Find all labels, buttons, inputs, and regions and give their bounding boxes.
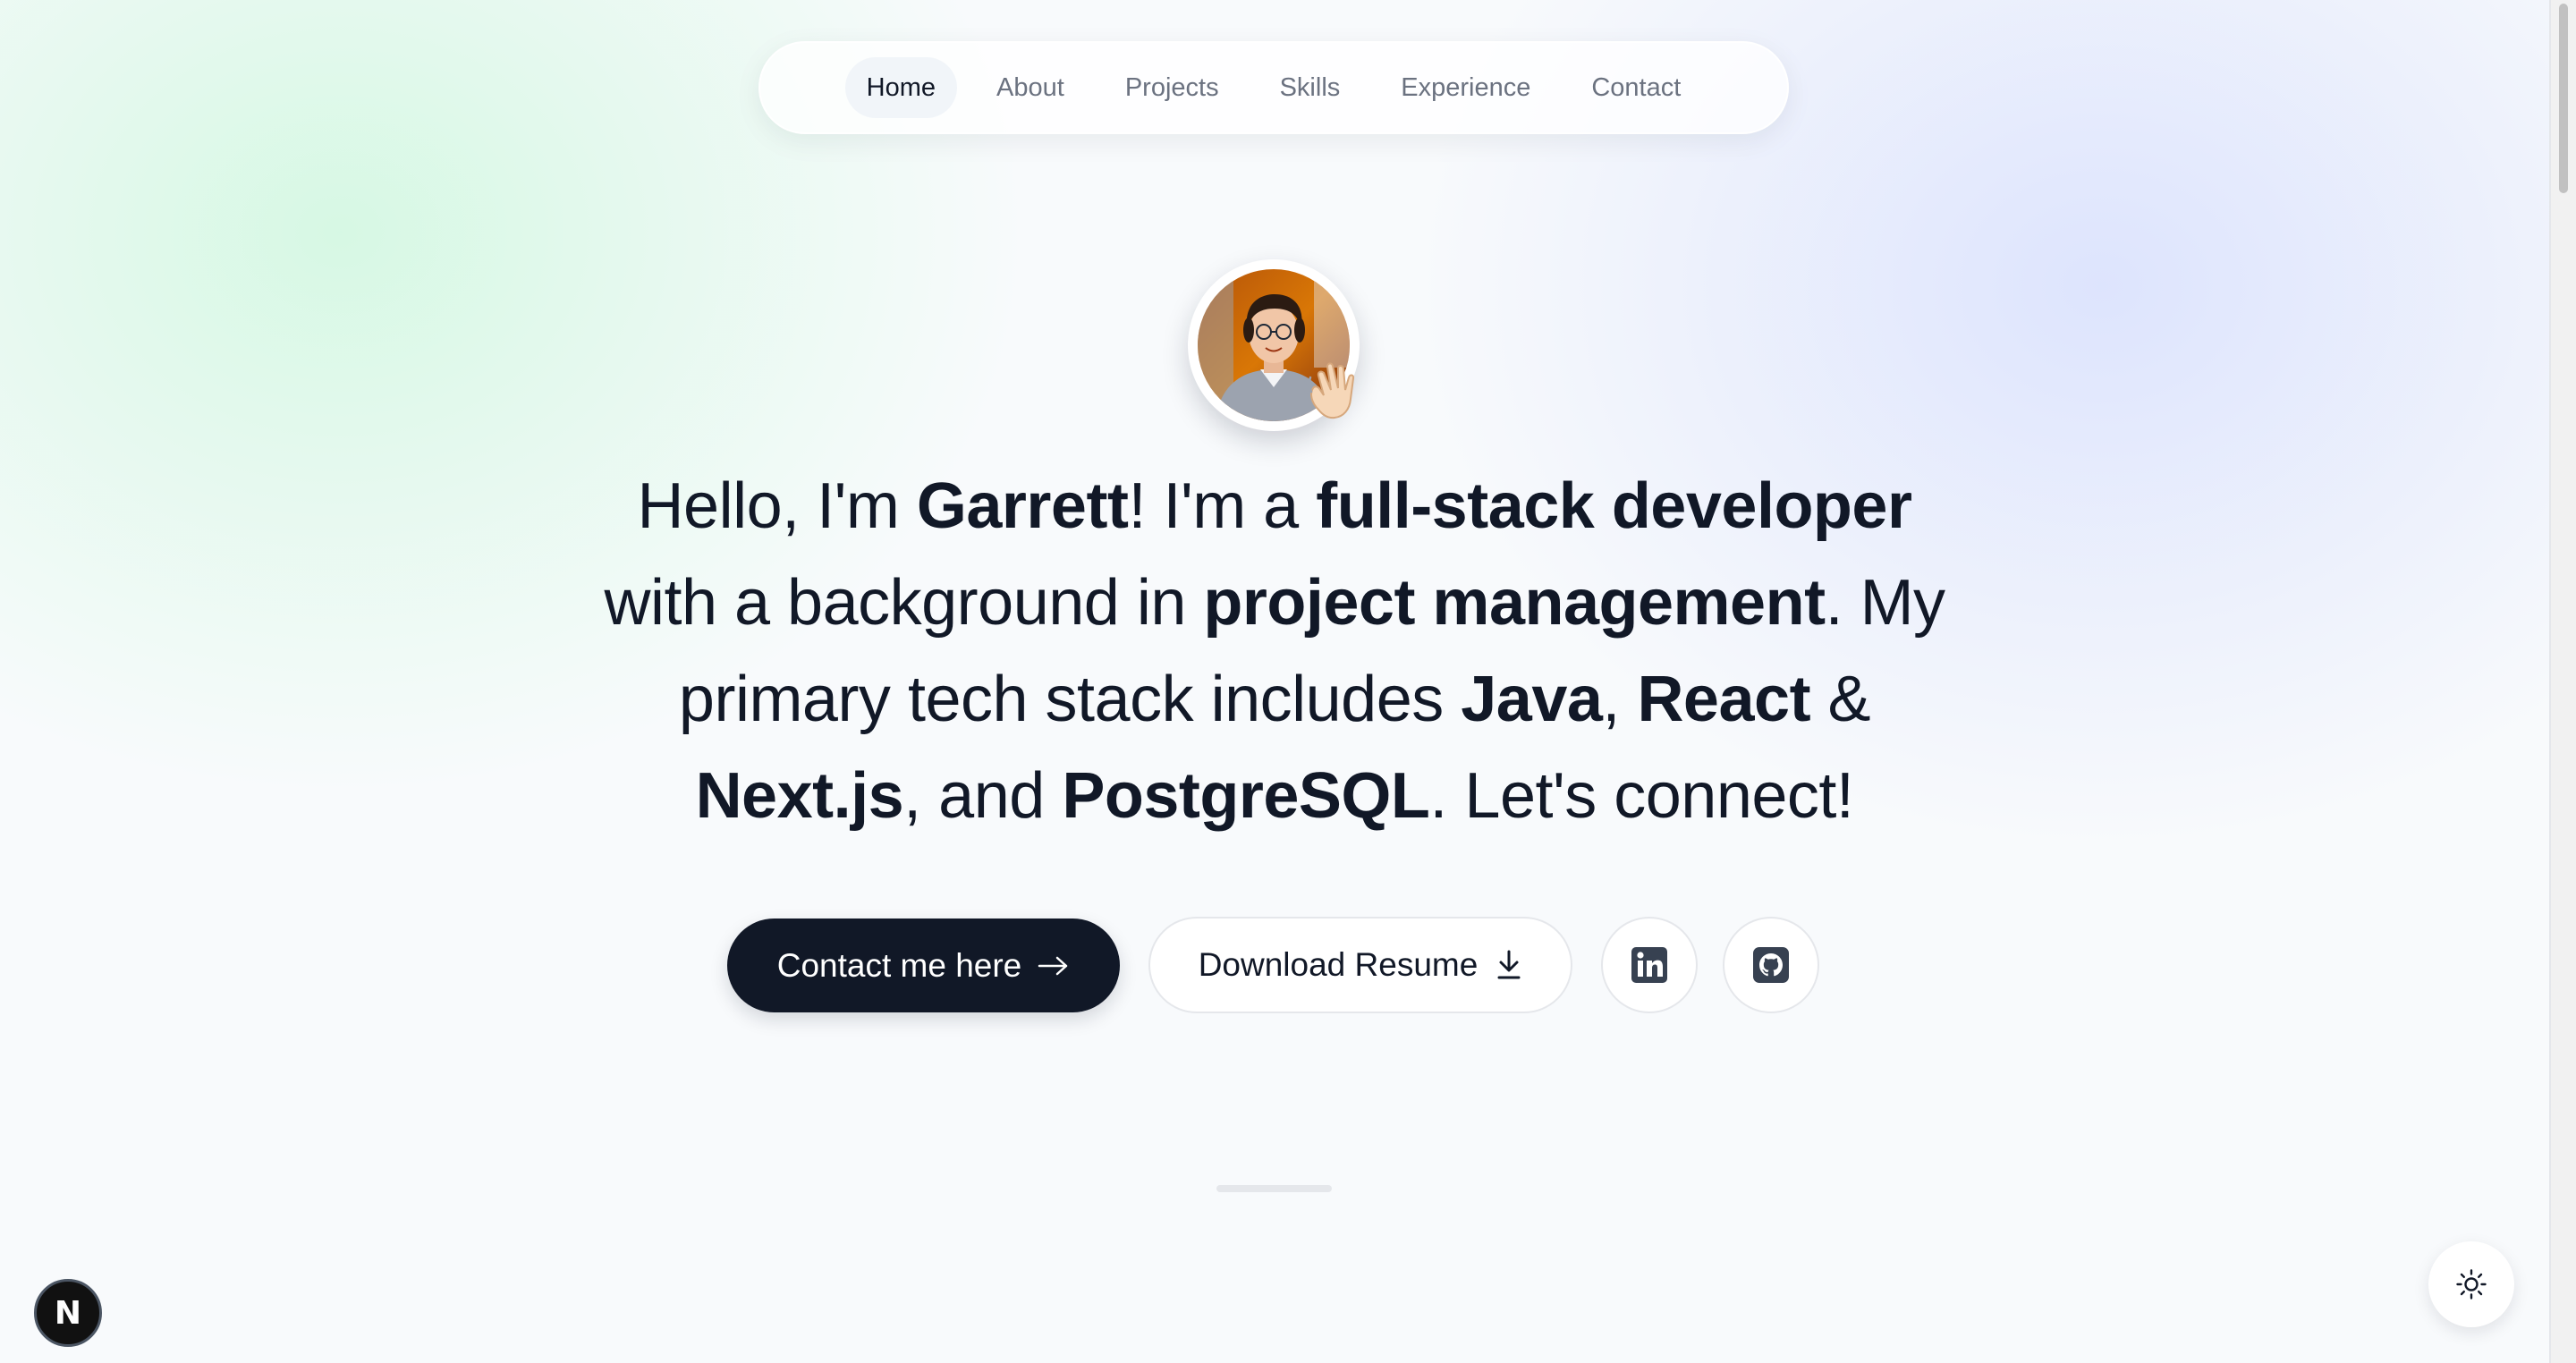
nav-item-skills[interactable]: Skills (1258, 57, 1362, 118)
headline-name: Garrett (916, 470, 1129, 542)
section-divider (1216, 1185, 1332, 1192)
nav-item-projects[interactable]: Projects (1104, 57, 1241, 118)
headline-tech-nextjs: Next.js (695, 760, 904, 832)
top-navigation: Home About Projects Skills Experience Co… (758, 41, 1789, 134)
contact-button-label: Contact me here (776, 946, 1022, 984)
headline-background: project management (1203, 567, 1826, 639)
next-badge-letter: N (54, 1294, 82, 1332)
headline-text: , and (903, 760, 1063, 832)
download-icon (1497, 950, 1521, 979)
headline-text: . Let's connect! (1429, 760, 1854, 832)
headline-text: & (1810, 664, 1871, 735)
headline-tech-postgresql: PostgreSQL (1062, 760, 1430, 832)
nav-item-about[interactable]: About (975, 57, 1086, 118)
nav-item-experience[interactable]: Experience (1379, 57, 1552, 118)
github-icon (1753, 947, 1789, 983)
waving-hand-icon (1299, 354, 1370, 426)
nextjs-dev-badge[interactable]: N (34, 1279, 102, 1347)
headline-role: full-stack developer (1316, 470, 1912, 542)
theme-toggle-button[interactable] (2428, 1241, 2514, 1327)
headline-tech-react: React (1637, 664, 1811, 735)
headline-tech-java: Java (1461, 664, 1603, 735)
download-resume-button[interactable]: Download Resume (1148, 917, 1572, 1013)
scrollbar-thumb[interactable] (2559, 4, 2568, 193)
nav-item-contact[interactable]: Contact (1570, 57, 1702, 118)
arrow-right-icon (1038, 956, 1068, 975)
contact-button[interactable]: Contact me here (727, 919, 1120, 1012)
headline-text: , (1602, 664, 1638, 735)
linkedin-icon (1631, 947, 1667, 983)
linkedin-button[interactable] (1601, 917, 1698, 1013)
nav-item-home[interactable]: Home (844, 57, 958, 118)
github-button[interactable] (1723, 917, 1819, 1013)
hero-headline: Hello, I'm Garrett! I'm a full-stack dev… (572, 458, 1977, 844)
page-scrollbar[interactable] (2549, 0, 2576, 1363)
download-resume-label: Download Resume (1198, 946, 1479, 983)
headline-text: with a background in (604, 567, 1204, 639)
headline-text: ! I'm a (1128, 470, 1317, 542)
sun-icon (2456, 1269, 2487, 1300)
headline-text: Hello, I'm (637, 470, 917, 542)
